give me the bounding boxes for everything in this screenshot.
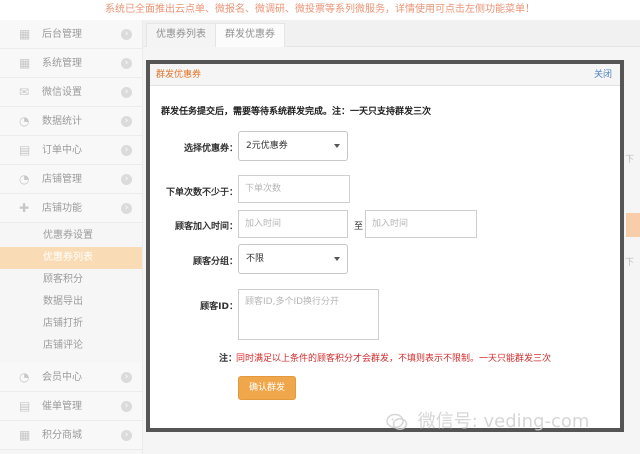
wechat-logo-icon	[386, 413, 408, 431]
join-time-end-input[interactable]	[365, 210, 477, 238]
dialog-header: 群发优惠券 关闭	[150, 64, 620, 86]
notice-text: 群发任务提交后，需要等待系统群发完成。注：一天只支持群发三次	[161, 107, 432, 117]
dialog-title: 群发优惠券	[156, 70, 202, 80]
group-label: 顾客分组：	[192, 257, 238, 267]
confirm-send-button[interactable]: 确认群发	[238, 376, 296, 400]
watermark: 微信号: veding-com	[386, 407, 589, 433]
customer-id-label: 顾客ID：	[200, 302, 238, 312]
mass-send-coupon-dialog: 群发优惠券 关闭 群发任务提交后，需要等待系统群发完成。注：一天只支持群发三次 …	[146, 60, 624, 432]
min-orders-input[interactable]	[238, 175, 350, 203]
join-time-label: 顾客加入时间：	[174, 222, 238, 232]
note-text: 同时满足以上条件的顾客积分才会群发，不填则表示不限制。一天只能群发三次	[236, 354, 552, 364]
note-label: 注：	[219, 354, 238, 364]
min-orders-label: 下单次数不少于：	[165, 188, 238, 198]
coupon-select[interactable]: 2元优惠券	[238, 131, 348, 161]
coupon-select-value: 2元优惠券	[246, 141, 288, 151]
coupon-label: 选择优惠券：	[183, 144, 238, 154]
to-label: 至	[354, 222, 364, 232]
caret-down-icon	[334, 144, 340, 148]
group-select-value: 不限	[246, 254, 265, 264]
close-link[interactable]: 关闭	[594, 64, 612, 86]
customer-id-textarea[interactable]	[238, 289, 379, 340]
join-time-start-input[interactable]	[238, 210, 348, 238]
watermark-text: 微信号: veding-com	[417, 411, 590, 432]
group-select[interactable]: 不限	[238, 244, 348, 274]
caret-down-icon	[334, 257, 340, 261]
